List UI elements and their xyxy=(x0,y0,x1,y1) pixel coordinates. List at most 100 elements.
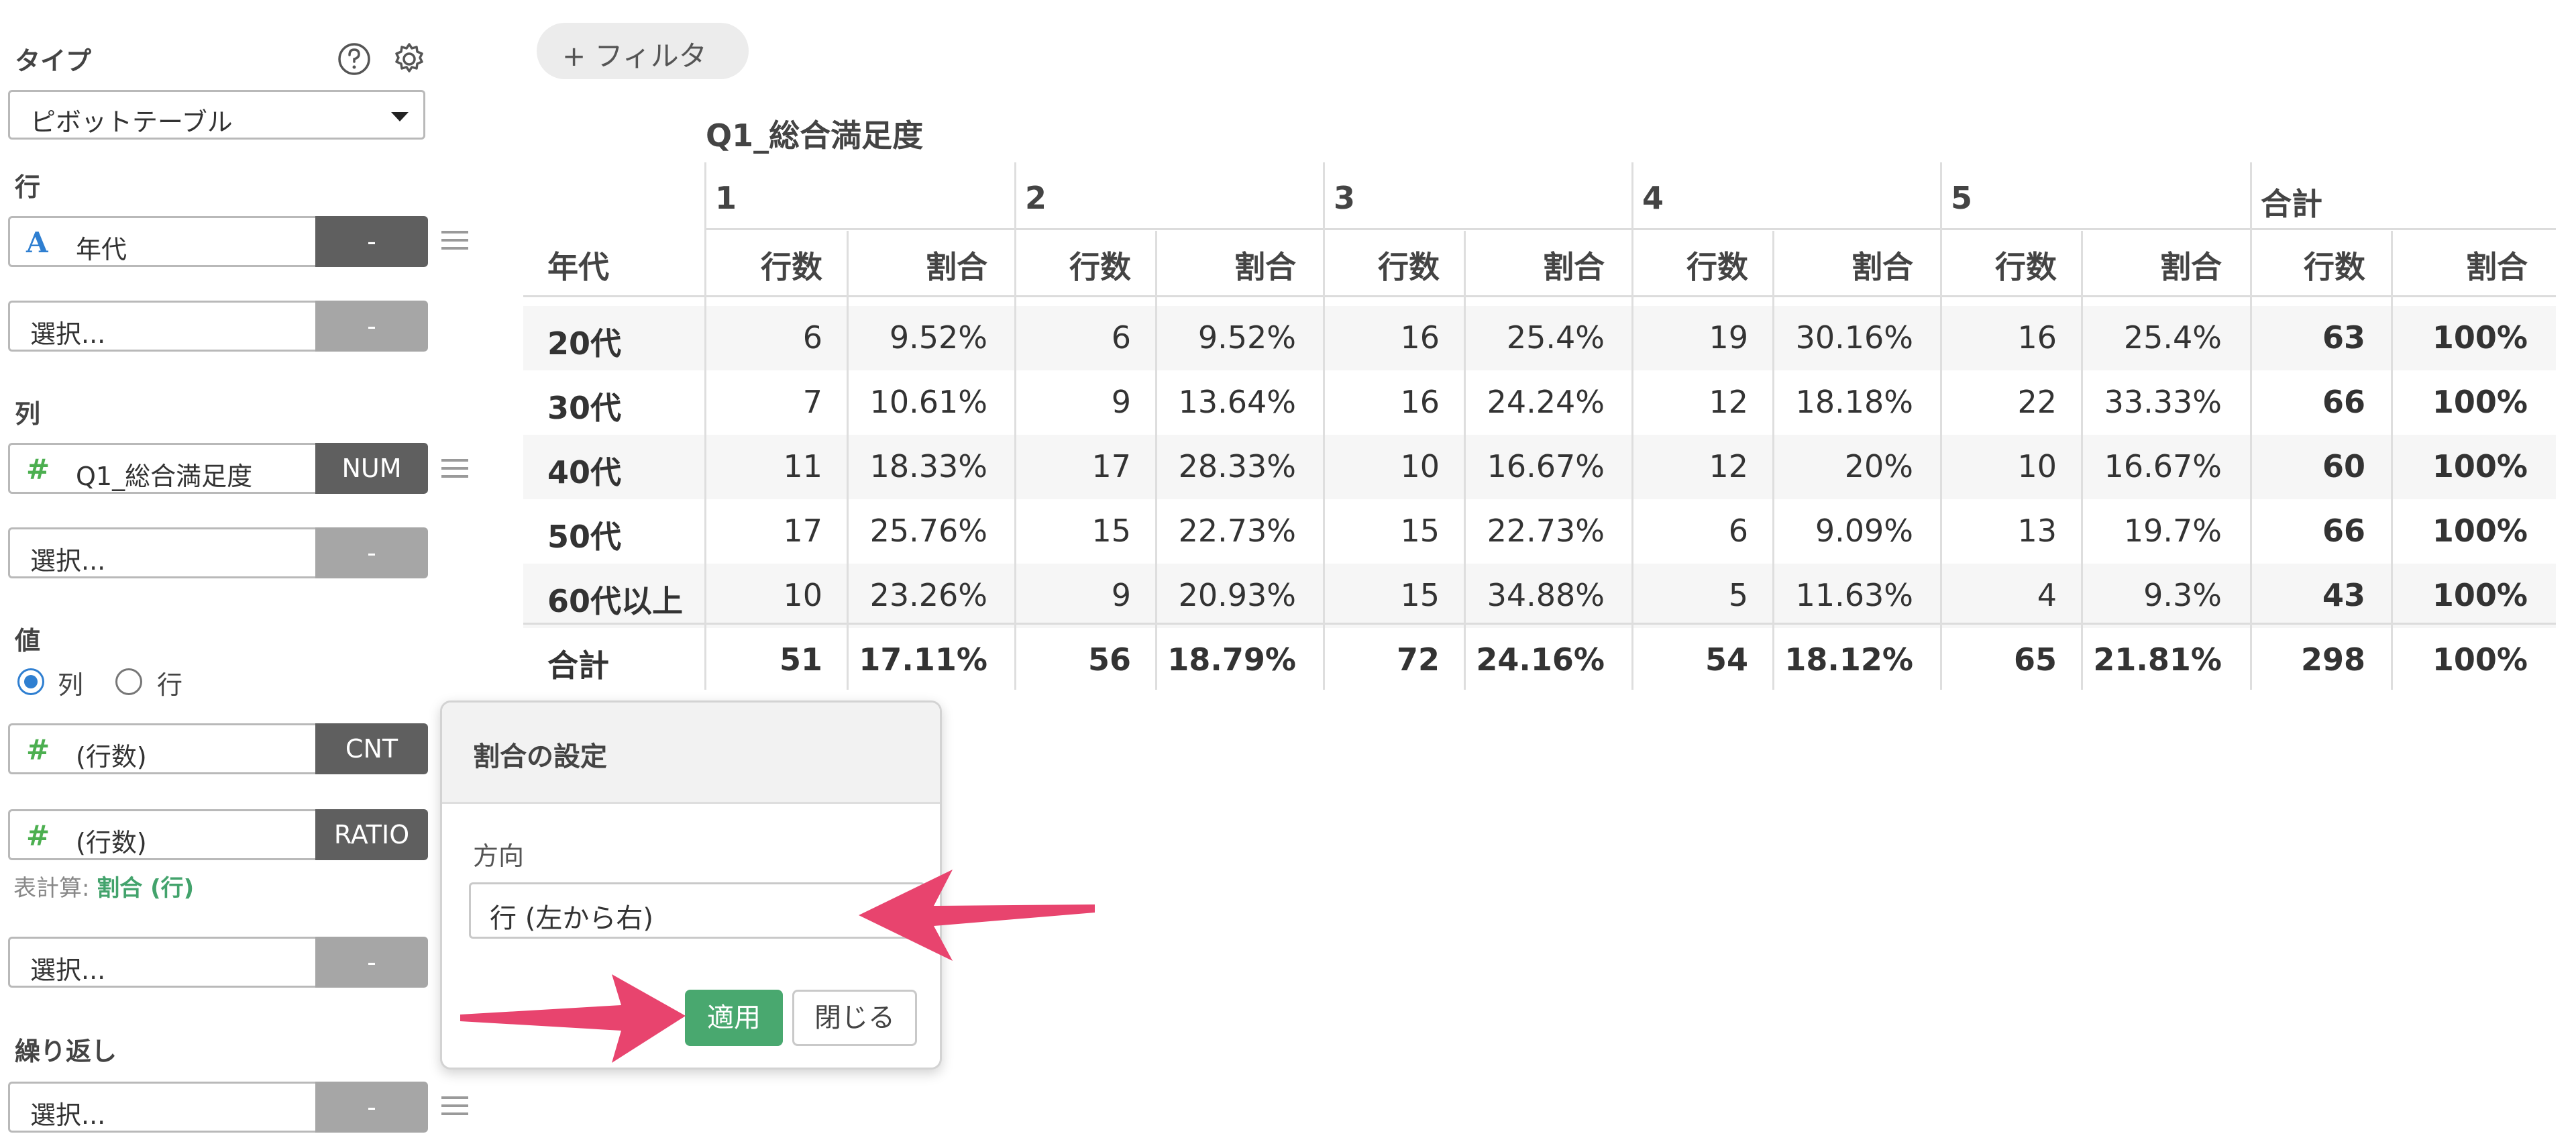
total-count-cell: 65 xyxy=(2013,641,2057,678)
count-cell: 5 xyxy=(1728,577,1748,613)
ratio-column-header: 割合 xyxy=(1851,249,1913,285)
column-group-header: 4 xyxy=(1642,180,1664,216)
close-button[interactable]: 閉じる xyxy=(792,990,917,1046)
ratio-cell: 22.73% xyxy=(1487,513,1605,549)
count-cell: 63 xyxy=(2322,319,2365,356)
direction-label: 方向 xyxy=(473,841,525,871)
ratio-cell: 10.61% xyxy=(869,384,987,420)
ratio-cell: 23.26% xyxy=(869,577,987,613)
count-cell: 11 xyxy=(783,448,822,484)
count-column-header: 行数 xyxy=(1069,249,1131,285)
ratio-cell: 20.93% xyxy=(1178,577,1296,613)
apply-button[interactable]: 適用 xyxy=(685,990,783,1046)
table-divider xyxy=(1155,231,1157,690)
total-count-cell: 298 xyxy=(2300,641,2365,678)
count-cell: 15 xyxy=(1400,513,1440,549)
ratio-cell: 9.3% xyxy=(2143,577,2222,613)
count-cell: 17 xyxy=(1091,448,1131,484)
count-cell: 13 xyxy=(2017,513,2057,549)
table-divider xyxy=(704,228,2556,230)
count-column-header: 行数 xyxy=(1995,249,2057,285)
ratio-cell: 100% xyxy=(2432,513,2528,549)
count-cell: 66 xyxy=(2322,513,2365,549)
table-divider xyxy=(704,162,706,690)
total-count-cell: 54 xyxy=(1705,641,1748,678)
row-label: 60代以上 xyxy=(547,583,684,619)
row-label: 20代 xyxy=(547,325,622,362)
table-divider xyxy=(1940,162,1942,690)
ratio-cell: 100% xyxy=(2432,577,2528,613)
table-divider xyxy=(1323,162,1325,690)
count-cell: 12 xyxy=(1709,384,1748,420)
total-count-cell: 51 xyxy=(779,641,822,678)
column-group-header: 1 xyxy=(715,180,737,216)
ratio-cell: 9.09% xyxy=(1815,513,1913,549)
ratio-cell: 19.7% xyxy=(2123,513,2222,549)
ratio-cell: 18.33% xyxy=(869,448,987,484)
count-cell: 10 xyxy=(2017,448,2057,484)
count-cell: 16 xyxy=(2017,319,2057,356)
ratio-cell: 100% xyxy=(2432,384,2528,420)
count-cell: 15 xyxy=(1091,513,1131,549)
ratio-cell: 24.24% xyxy=(1487,384,1605,420)
pivot-column-title: Q1_総合満足度 xyxy=(706,117,924,154)
table-divider xyxy=(2391,231,2393,690)
table-divider xyxy=(2081,231,2083,690)
total-row-label: 合計 xyxy=(547,647,609,684)
count-cell: 43 xyxy=(2322,577,2365,613)
count-cell: 16 xyxy=(1400,319,1440,356)
ratio-cell: 28.33% xyxy=(1178,448,1296,484)
direction-select[interactable]: 行 (左から右) xyxy=(469,882,925,939)
count-cell: 6 xyxy=(1111,319,1131,356)
count-cell: 6 xyxy=(1728,513,1748,549)
ratio-column-header: 割合 xyxy=(926,249,987,285)
count-cell: 19 xyxy=(1709,319,1748,356)
total-ratio-cell: 100% xyxy=(2432,641,2528,678)
ratio-cell: 100% xyxy=(2432,448,2528,484)
column-group-header: 3 xyxy=(1334,180,1356,216)
ratio-cell: 20% xyxy=(1844,448,1913,484)
total-count-cell: 72 xyxy=(1396,641,1440,678)
total-count-cell: 56 xyxy=(1087,641,1131,678)
ratio-column-header: 割合 xyxy=(2466,249,2528,285)
ratio-cell: 9.52% xyxy=(1197,319,1296,356)
row-label: 40代 xyxy=(547,454,622,490)
ratio-cell: 33.33% xyxy=(2104,384,2222,420)
row-label: 30代 xyxy=(547,390,622,426)
popover-header: 割合の設定 xyxy=(442,703,940,804)
count-column-header: 行数 xyxy=(1686,249,1748,285)
ratio-cell: 25.4% xyxy=(1506,319,1605,356)
count-cell: 12 xyxy=(1709,448,1748,484)
count-column-header: 行数 xyxy=(761,249,822,285)
total-ratio-cell: 24.16% xyxy=(1476,641,1605,678)
count-column-header: 行数 xyxy=(2304,249,2365,285)
count-cell: 22 xyxy=(2017,384,2057,420)
row-dimension-header: 年代 xyxy=(547,249,609,285)
ratio-cell: 25.76% xyxy=(869,513,987,549)
table-divider xyxy=(1772,231,1774,690)
total-ratio-cell: 17.11% xyxy=(859,641,987,678)
ratio-cell: 13.64% xyxy=(1178,384,1296,420)
total-ratio-cell: 18.12% xyxy=(1784,641,1913,678)
ratio-cell: 16.67% xyxy=(1487,448,1605,484)
ratio-cell: 22.73% xyxy=(1178,513,1296,549)
count-cell: 9 xyxy=(1111,384,1131,420)
ratio-cell: 30.16% xyxy=(1795,319,1913,356)
table-divider xyxy=(1014,162,1016,690)
count-cell: 6 xyxy=(802,319,822,356)
total-ratio-cell: 18.79% xyxy=(1167,641,1296,678)
annotation-arrow-direction xyxy=(859,870,1095,961)
ratio-cell: 34.88% xyxy=(1487,577,1605,613)
count-cell: 10 xyxy=(1400,448,1440,484)
count-column-header: 行数 xyxy=(1378,249,1440,285)
ratio-cell: 16.67% xyxy=(2104,448,2222,484)
count-cell: 16 xyxy=(1400,384,1440,420)
count-cell: 15 xyxy=(1400,577,1440,613)
count-cell: 7 xyxy=(802,384,822,420)
total-ratio-cell: 21.81% xyxy=(2093,641,2222,678)
column-group-header: 5 xyxy=(1951,180,1973,216)
column-group-header: 2 xyxy=(1025,180,1047,216)
annotation-arrow-apply xyxy=(460,974,686,1063)
count-cell: 17 xyxy=(783,513,822,549)
count-cell: 60 xyxy=(2322,448,2365,484)
